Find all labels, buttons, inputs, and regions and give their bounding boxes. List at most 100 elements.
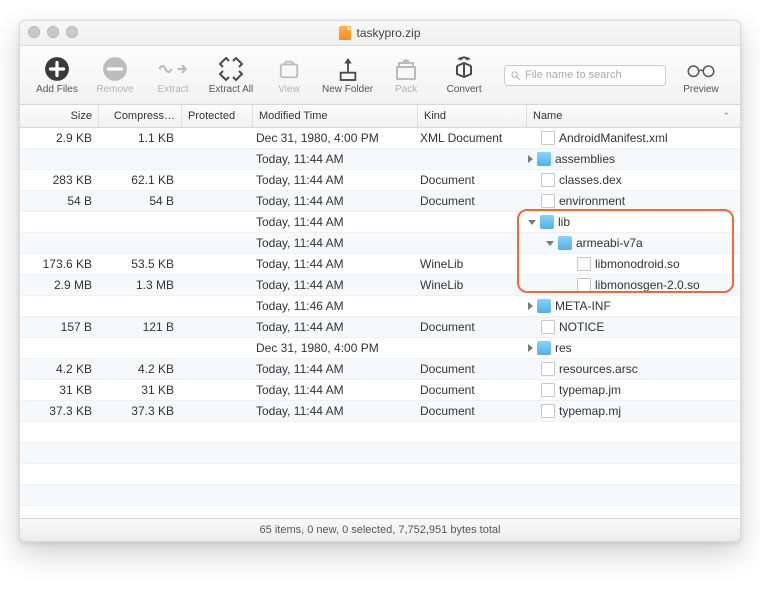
cell-compressed: 53.5 KB: [98, 257, 180, 271]
empty-row: [20, 422, 740, 443]
archive-window: taskypro.zip Add FilesRemoveExtractExtra…: [19, 20, 741, 542]
cell-name: assemblies: [522, 152, 740, 166]
extract-button: Extract: [144, 55, 202, 95]
table-row[interactable]: 283 KB62.1 KBToday, 11:44 AMDocumentclas…: [20, 170, 740, 191]
disclosure-down-icon[interactable]: [546, 241, 554, 246]
empty-row: [20, 464, 740, 485]
cell-size: 157 B: [20, 320, 98, 334]
table-row[interactable]: Today, 11:46 AMMETA-INF: [20, 296, 740, 317]
filename: lib: [558, 215, 570, 229]
table-row[interactable]: Today, 11:44 AMlib: [20, 212, 740, 233]
table-row[interactable]: 173.6 KB53.5 KBToday, 11:44 AMWineLiblib…: [20, 254, 740, 275]
column-headers: Size Compress… Protected Modified Time K…: [20, 105, 740, 128]
close-window-button[interactable]: [28, 26, 40, 38]
cell-name: AndroidManifest.xml: [522, 131, 740, 145]
filename: res: [555, 341, 572, 355]
search-input[interactable]: File name to search: [504, 65, 666, 86]
toolbar-label: View: [278, 84, 300, 95]
column-modified-time[interactable]: Modified Time: [253, 105, 418, 127]
add-files-button[interactable]: Add Files: [28, 55, 86, 95]
table-row[interactable]: Today, 11:44 AMarmeabi-v7a: [20, 233, 740, 254]
column-compressed[interactable]: Compress…: [99, 105, 182, 127]
cell-compressed: 31 KB: [98, 383, 180, 397]
cell-size: 4.2 KB: [20, 362, 98, 376]
file-icon: [577, 278, 591, 292]
new-folder-button[interactable]: New Folder: [318, 55, 377, 95]
file-icon: [541, 383, 555, 397]
table-row[interactable]: 157 B121 BToday, 11:44 AMDocumentNOTICE: [20, 317, 740, 338]
remove-icon: [102, 55, 128, 83]
status-bar: 65 items, 0 new, 0 selected, 7,752,951 b…: [20, 518, 740, 541]
disclosure-right-icon[interactable]: [528, 155, 533, 163]
toolbar-label: Add Files: [36, 84, 78, 95]
cell-kind: Document: [414, 194, 522, 208]
cell-name: META-INF: [522, 299, 740, 313]
table-row[interactable]: 54 B54 BToday, 11:44 AMDocumentenvironme…: [20, 191, 740, 212]
column-name[interactable]: Name⌃: [527, 105, 740, 127]
folder-icon: [537, 341, 551, 355]
cell-modified-time: Today, 11:44 AM: [250, 278, 414, 292]
toolbar-label: Extract: [157, 84, 188, 95]
cell-compressed: 62.1 KB: [98, 173, 180, 187]
disclosure-right-icon[interactable]: [528, 344, 533, 352]
convert-button[interactable]: Convert: [435, 55, 493, 95]
cell-modified-time: Today, 11:44 AM: [250, 173, 414, 187]
folder-icon: [540, 215, 554, 229]
cell-kind: Document: [414, 362, 522, 376]
cell-modified-time: Dec 31, 1980, 4:00 PM: [250, 131, 414, 145]
search-placeholder: File name to search: [525, 69, 622, 81]
cell-modified-time: Today, 11:44 AM: [250, 383, 414, 397]
filename: environment: [559, 194, 625, 208]
table-row[interactable]: 4.2 KB4.2 KB Today, 11:44 AMDocumentresou…: [20, 359, 740, 380]
cell-modified-time: Today, 11:44 AM: [250, 320, 414, 334]
cell-compressed: 4.2 KB: [98, 362, 180, 376]
zoom-window-button[interactable]: [66, 26, 78, 38]
add-files-icon: [44, 55, 70, 83]
disclosure-down-icon[interactable]: [528, 220, 536, 225]
table-row[interactable]: Dec 31, 1980, 4:00 PM res: [20, 338, 740, 359]
folder-icon: [537, 152, 551, 166]
cell-name: typemap.mj: [522, 404, 740, 418]
file-icon: [541, 320, 555, 334]
minimize-window-button[interactable]: [47, 26, 59, 38]
table-row[interactable]: Today, 11:44 AMassemblies: [20, 149, 740, 170]
filename: typemap.mj: [559, 404, 621, 418]
cell-kind: Document: [414, 173, 522, 187]
cell-modified-time: Today, 11:44 AM: [250, 362, 414, 376]
extract-all-button[interactable]: Extract All: [202, 55, 260, 95]
cell-compressed: 37.3 KB: [98, 404, 180, 418]
column-size[interactable]: Size: [20, 105, 99, 127]
filename: META-INF: [555, 299, 611, 313]
cell-modified-time: Today, 11:44 AM: [250, 257, 414, 271]
filename: AndroidManifest.xml: [559, 131, 668, 145]
cell-name: res: [522, 341, 740, 355]
column-protected[interactable]: Protected: [182, 105, 253, 127]
pack-icon: [394, 55, 418, 83]
pack-button: Pack: [377, 55, 435, 95]
disclosure-right-icon[interactable]: [528, 302, 533, 310]
file-icon: [541, 194, 555, 208]
table-row[interactable]: 2.9 MB1.3 MBToday, 11:44 AMWineLiblibmon…: [20, 275, 740, 296]
cell-name: resources.arsc: [522, 362, 740, 376]
cell-size: 2.9 MB: [20, 278, 98, 292]
search-icon: [510, 70, 521, 81]
cell-kind: Document: [414, 383, 522, 397]
cell-modified-time: Dec 31, 1980, 4:00 PM: [250, 341, 414, 355]
sort-indicator-icon: ⌃: [722, 111, 730, 122]
preview-button[interactable]: Preview: [670, 55, 732, 95]
toolbar-label: Convert: [447, 84, 482, 95]
toolbar-label: Pack: [395, 84, 417, 95]
file-icon: [541, 173, 555, 187]
table-row[interactable]: 37.3 KB37.3 KBToday, 11:44 AMDocumenttyp…: [20, 401, 740, 422]
table-row[interactable]: 2.9 KB1.1 KBDec 31, 1980, 4:00 PMXML Doc…: [20, 128, 740, 149]
window-title-text: taskypro.zip: [356, 26, 420, 40]
convert-icon: [452, 55, 476, 83]
file-list[interactable]: 2.9 KB1.1 KBDec 31, 1980, 4:00 PMXML Doc…: [20, 128, 740, 518]
table-row[interactable]: 31 KB31 KBToday, 11:44 AMDocumenttypemap…: [20, 380, 740, 401]
cell-compressed: 121 B: [98, 320, 180, 334]
file-icon: [541, 404, 555, 418]
cell-modified-time: Today, 11:44 AM: [250, 236, 414, 250]
cell-kind: XML Document: [414, 131, 522, 145]
column-kind[interactable]: Kind: [418, 105, 527, 127]
preview-label: Preview: [683, 84, 719, 95]
